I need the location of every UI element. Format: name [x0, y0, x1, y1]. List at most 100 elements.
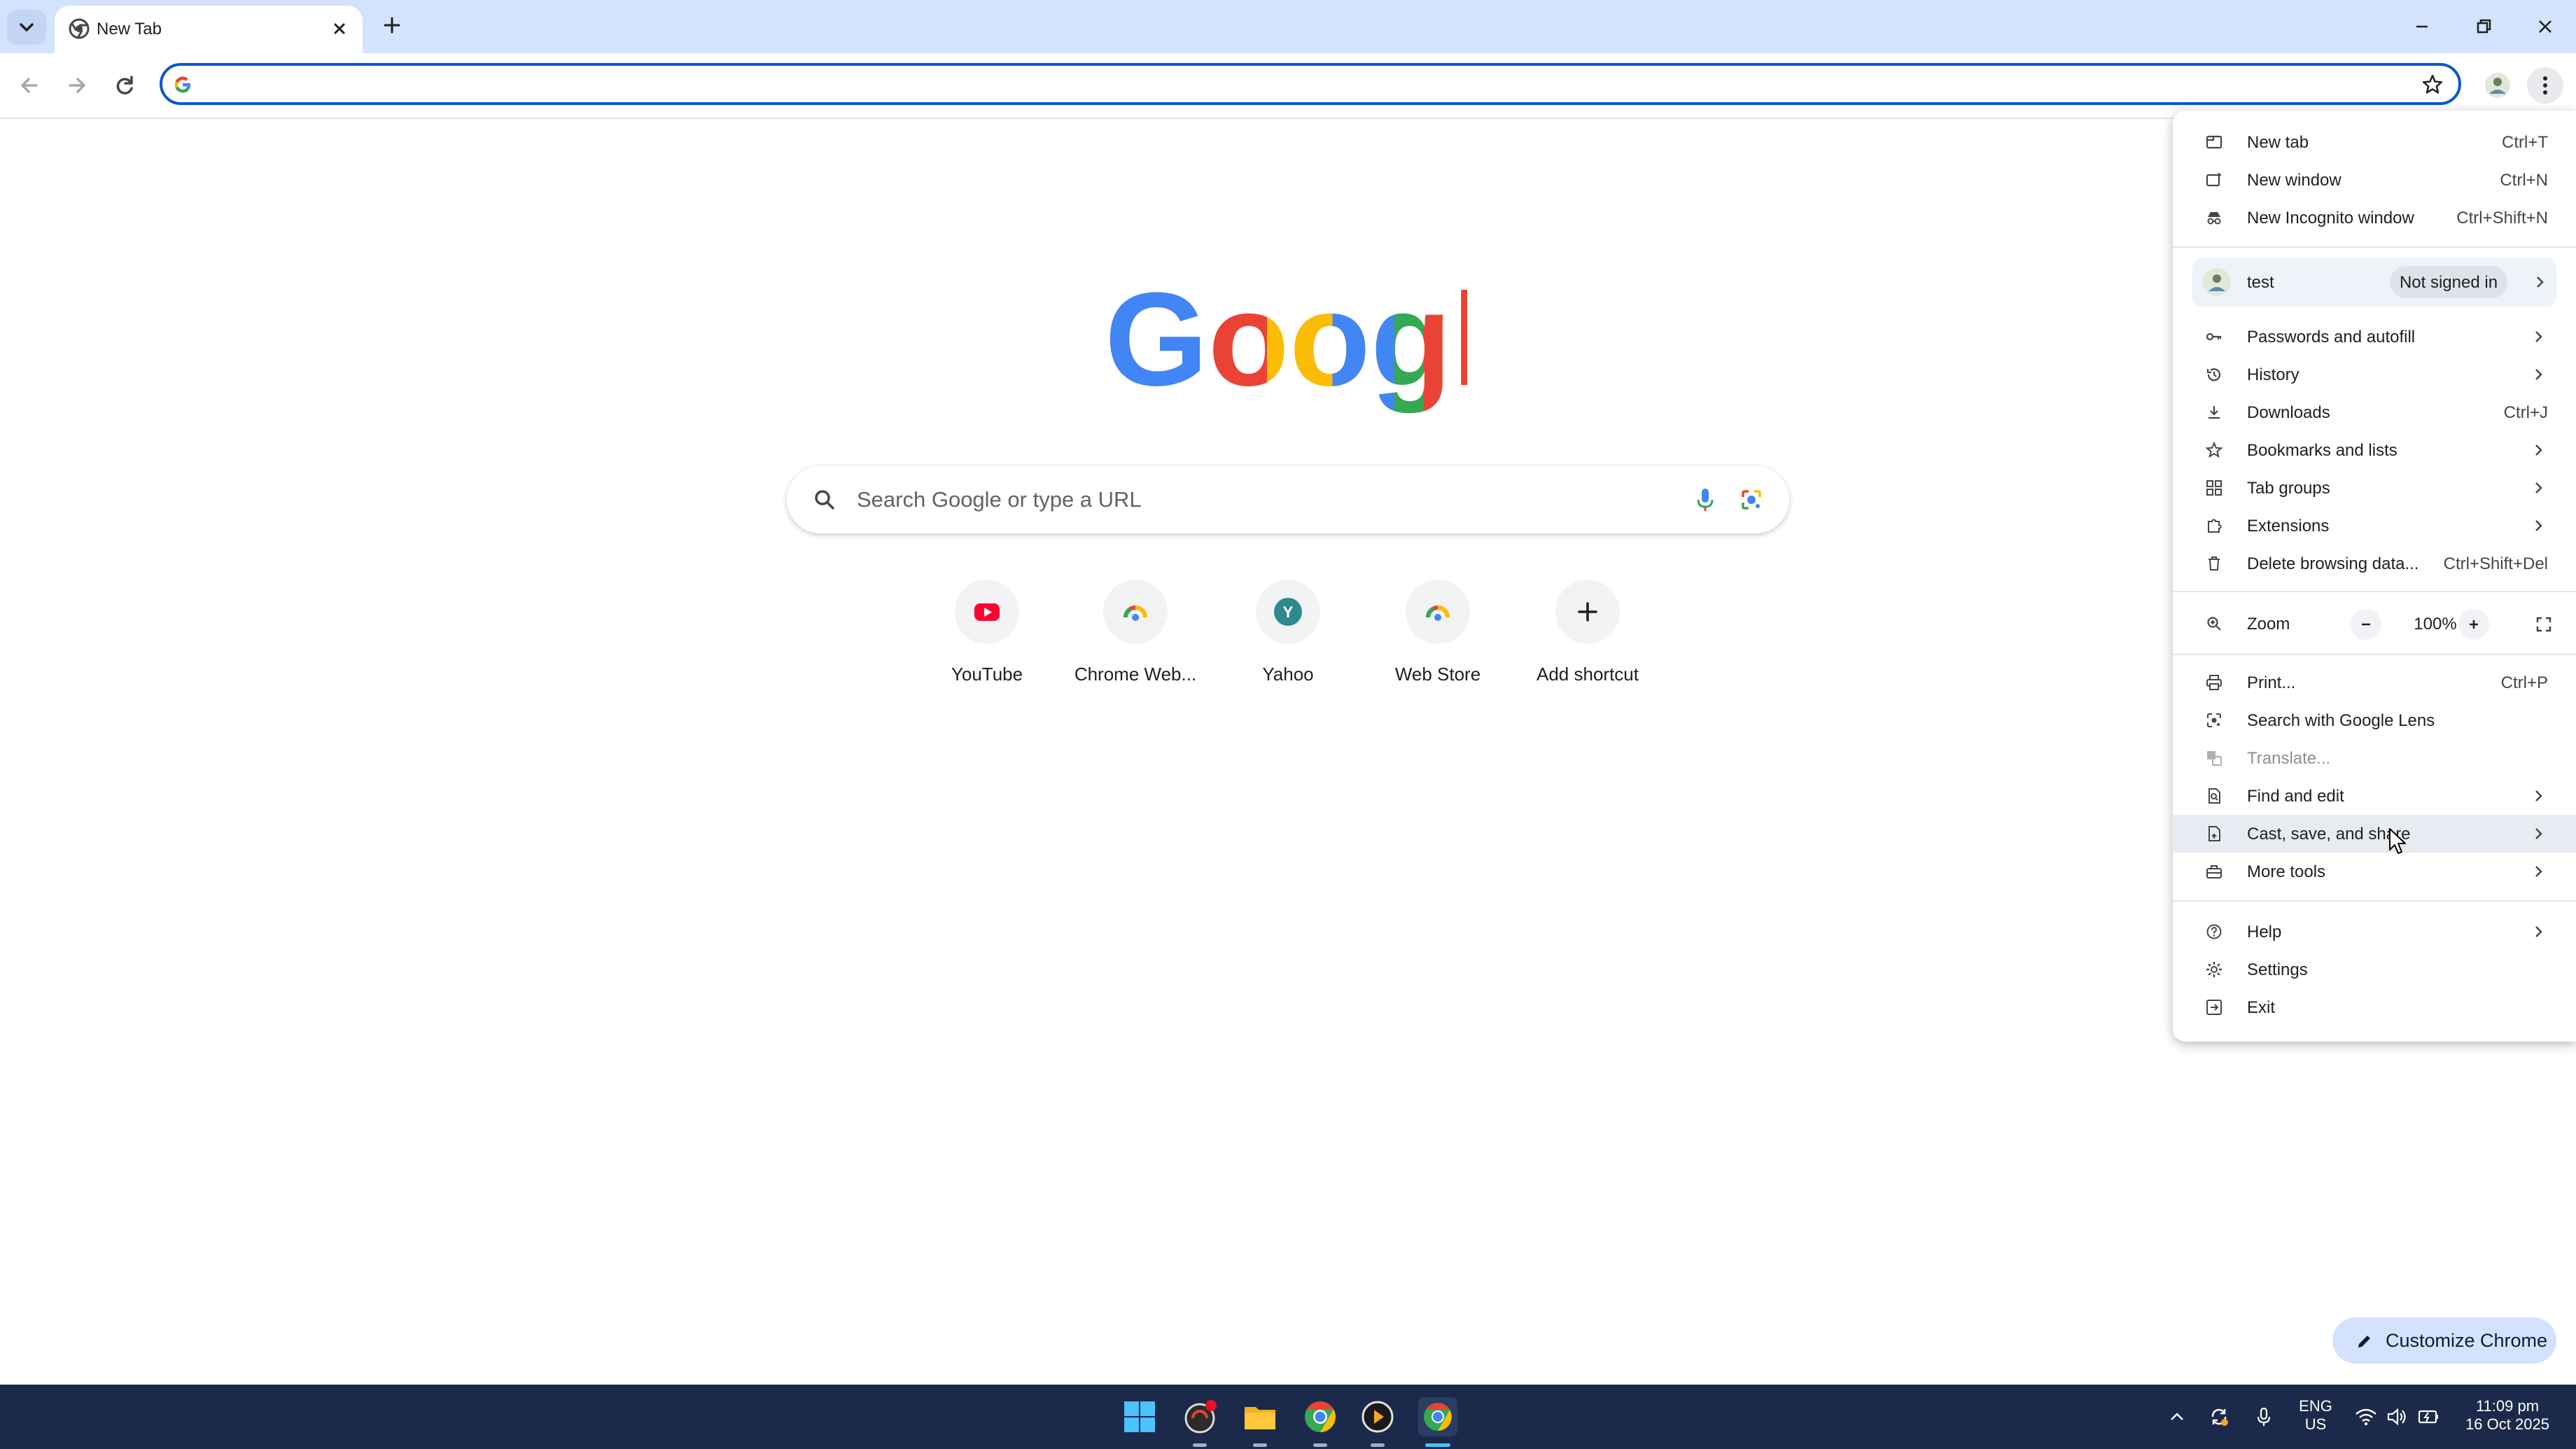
- menu-item-settings[interactable]: Settings: [2173, 951, 2576, 988]
- fullscreen-button[interactable]: [2527, 608, 2561, 641]
- voice-search-icon[interactable]: [1688, 483, 1722, 517]
- file-explorer-icon[interactable]: [1240, 1397, 1280, 1436]
- translate-icon: [2207, 751, 2222, 766]
- tab-title: New Tab: [97, 20, 162, 38]
- tab-new-tab[interactable]: New Tab: [55, 6, 363, 53]
- restore-icon[interactable]: [2470, 13, 2498, 41]
- fullscreen-icon: [2536, 617, 2552, 632]
- volume-icon[interactable]: [2384, 1404, 2409, 1429]
- reload-icon[interactable]: [108, 69, 141, 102]
- menu-item-bookmarks[interactable]: Bookmarks and lists: [2173, 431, 2576, 469]
- menu-item-history[interactable]: History: [2173, 356, 2576, 393]
- app-icon[interactable]: [1180, 1397, 1219, 1436]
- google-g-icon: [174, 76, 190, 93]
- sign-in-status-badge: Not signed in: [2390, 266, 2507, 298]
- menu-item-print[interactable]: Print... Ctrl+P: [2173, 664, 2576, 701]
- sync-icon[interactable]: [2206, 1404, 2232, 1429]
- menu-item-cast-save-share[interactable]: Cast, save, and share: [2173, 815, 2576, 853]
- customize-chrome-button[interactable]: Customize Chrome: [2332, 1317, 2556, 1364]
- address-bar[interactable]: [160, 63, 2461, 105]
- menu-item-downloads[interactable]: Downloads Ctrl+J: [2173, 393, 2576, 431]
- forward-icon[interactable]: [60, 69, 94, 102]
- menu-item-passwords[interactable]: Passwords and autofill: [2173, 318, 2576, 356]
- menu-item-tab-groups[interactable]: Tab groups: [2173, 469, 2576, 507]
- wifi-icon[interactable]: [2353, 1404, 2379, 1429]
- zoom-out-button[interactable]: [2351, 609, 2381, 640]
- menu-item-new-tab[interactable]: New tab Ctrl+T: [2173, 123, 2576, 161]
- chevron-up-icon[interactable]: [2164, 1404, 2190, 1429]
- shortcut-web-store[interactable]: Web Store: [1364, 577, 1512, 703]
- chevron-right-icon: [2535, 520, 2542, 531]
- address-input[interactable]: [207, 71, 2366, 98]
- menu-shortcut: Ctrl+J: [2503, 403, 2548, 422]
- menu-item-help[interactable]: Help: [2173, 913, 2576, 951]
- menu-label: Cast, save, and share: [2247, 825, 2411, 844]
- ntp-search-box[interactable]: Search Google or type a URL: [787, 466, 1789, 533]
- menu-label: Print...: [2247, 673, 2296, 692]
- plus-icon[interactable]: [378, 11, 406, 39]
- profile-avatar-icon: [2203, 268, 2231, 296]
- zoom-in-button[interactable]: [2458, 609, 2489, 640]
- microphone-icon[interactable]: [2251, 1404, 2276, 1429]
- battery-icon[interactable]: [2416, 1404, 2442, 1429]
- menu-item-extensions[interactable]: Extensions: [2173, 507, 2576, 545]
- running-indicator: [1313, 1443, 1327, 1447]
- profile-name: test: [2247, 273, 2274, 292]
- media-player-icon[interactable]: [1358, 1397, 1397, 1436]
- print-icon: [2206, 675, 2222, 690]
- chevron-right-icon: [2535, 331, 2542, 342]
- back-icon[interactable]: [13, 69, 46, 102]
- close-icon[interactable]: [328, 17, 351, 41]
- menu-label: Extensions: [2247, 517, 2330, 536]
- google-logo: Google: [1105, 290, 1467, 414]
- active-indicator: [1425, 1443, 1450, 1447]
- exit-icon: [2206, 1000, 2222, 1015]
- chevron-right-icon: [2535, 790, 2542, 802]
- menu-label: Search with Google Lens: [2247, 711, 2435, 730]
- menu-label: Exit: [2247, 998, 2276, 1017]
- zoom-icon: [2207, 617, 2221, 631]
- new-window-icon: [2206, 173, 2221, 187]
- zoom-level: 100%: [2414, 615, 2457, 634]
- menu-shortcut: Ctrl+Shift+N: [2456, 209, 2548, 227]
- chevron-right-icon: [2537, 276, 2544, 288]
- google-lens-icon[interactable]: [1735, 483, 1768, 517]
- shortcut-tile: [955, 580, 1019, 644]
- menu-shortcut: Ctrl+T: [2502, 133, 2548, 152]
- close-window-icon[interactable]: [2531, 13, 2559, 41]
- shortcut-yahoo[interactable]: Y Yahoo: [1214, 577, 1362, 703]
- menu-item-delete-browsing-data[interactable]: Delete browsing data... Ctrl+Shift+Del: [2173, 545, 2576, 582]
- tab-groups-icon: [2206, 480, 2222, 496]
- profile-avatar-icon[interactable]: [2481, 69, 2514, 102]
- menu-item-profile[interactable]: test Not signed in: [2192, 258, 2556, 307]
- menu-item-new-incognito-window[interactable]: New Incognito window Ctrl+Shift+N: [2173, 199, 2576, 237]
- shortcut-youtube[interactable]: YouTube: [913, 577, 1061, 703]
- add-shortcut-button[interactable]: Add shortcut: [1513, 577, 1662, 703]
- bookmark-star-icon[interactable]: [2421, 73, 2444, 97]
- clock-date: 16 Oct 2025: [2465, 1415, 2549, 1433]
- menu-item-exit[interactable]: Exit: [2173, 988, 2576, 1026]
- minimize-icon[interactable]: [2408, 13, 2436, 41]
- running-indicator: [1253, 1443, 1267, 1447]
- shortcut-chrome-web-store[interactable]: Chrome Web...: [1061, 577, 1210, 703]
- input-language[interactable]: ENG US: [2297, 1397, 2334, 1434]
- running-indicator: [1193, 1443, 1207, 1447]
- menu-shortcut: Ctrl+P: [2500, 673, 2548, 692]
- menu-label: More tools: [2247, 862, 2326, 881]
- clock[interactable]: 11:09 pm 16 Oct 2025: [2453, 1397, 2562, 1434]
- chrome-icon[interactable]: [1418, 1397, 1457, 1436]
- chrome-menu-button[interactable]: [2527, 67, 2563, 104]
- menu-item-find-and-edit[interactable]: Find and edit: [2173, 777, 2576, 815]
- tab-search-button[interactable]: [7, 10, 46, 45]
- shortcut-label: Yahoo: [1262, 664, 1314, 685]
- menu-item-more-tools[interactable]: More tools: [2173, 853, 2576, 890]
- menu-item-new-window[interactable]: New window Ctrl+N: [2173, 161, 2576, 199]
- windows-start-icon[interactable]: [1120, 1397, 1159, 1436]
- chrome-web-store-icon: [1426, 606, 1450, 621]
- menu-item-search-with-google-lens[interactable]: Search with Google Lens: [2173, 701, 2576, 739]
- chrome-icon[interactable]: [1301, 1397, 1340, 1436]
- menu-label: History: [2247, 365, 2300, 384]
- clock-time: 11:09 pm: [2475, 1397, 2540, 1415]
- pencil-icon: [2358, 1336, 2370, 1348]
- menu-divider: [2173, 591, 2576, 592]
